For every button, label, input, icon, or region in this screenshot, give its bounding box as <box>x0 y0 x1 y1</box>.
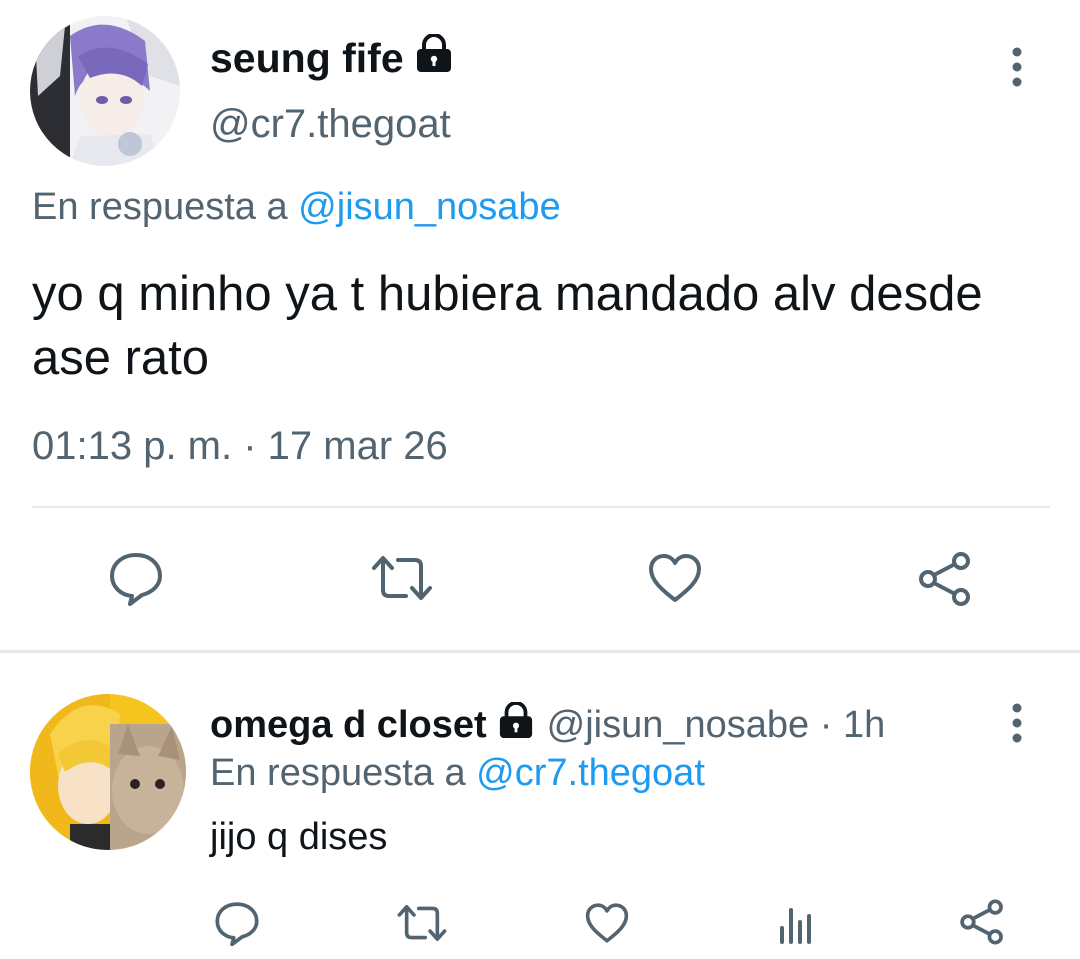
handle[interactable]: @cr7.thegoat <box>210 102 451 147</box>
avatar[interactable] <box>30 694 186 850</box>
tweet-text: jijo q dises <box>210 816 388 858</box>
reply-header: omega d closet @jisun_nosabe · 1h <box>210 701 886 748</box>
reply-context: En respuesta a @jisun_nosabe <box>32 186 561 229</box>
more-options-icon[interactable] <box>1000 702 1034 746</box>
avatar-image <box>30 16 180 166</box>
like-icon[interactable] <box>584 902 630 944</box>
divider <box>32 506 1050 508</box>
display-name[interactable]: omega d closet <box>210 704 487 747</box>
reply-prefix: En respuesta a <box>32 186 288 228</box>
reply-context: En respuesta a @cr7.thegoat <box>210 752 705 795</box>
display-name[interactable]: seung fife <box>210 33 454 82</box>
reply-prefix: En respuesta a <box>210 752 466 794</box>
lock-icon <box>414 33 454 82</box>
reply-icon[interactable] <box>214 900 260 946</box>
reply-to-mention[interactable]: @jisun_nosabe <box>298 186 561 228</box>
more-options-icon[interactable] <box>1000 46 1034 90</box>
reply-icon[interactable] <box>108 550 164 606</box>
retweet-icon[interactable] <box>370 552 434 604</box>
share-icon[interactable] <box>916 550 974 608</box>
retweet-icon[interactable] <box>396 902 448 944</box>
timestamp: 01:13 p. m. · 17 mar 26 <box>32 424 448 468</box>
avatar-image <box>30 694 186 850</box>
tweet-separator <box>0 650 1080 653</box>
avatar[interactable] <box>30 16 180 166</box>
lock-icon <box>497 701 535 748</box>
reply-to-mention[interactable]: @cr7.thegoat <box>476 752 705 794</box>
like-icon[interactable] <box>647 552 703 604</box>
display-name-text: seung fife <box>210 34 404 81</box>
tweet-text: yo q minho ya t hubiera mandado alv desd… <box>32 267 983 385</box>
analytics-icon[interactable] <box>776 904 816 944</box>
share-icon[interactable] <box>958 898 1006 946</box>
handle-and-time[interactable]: @jisun_nosabe · 1h <box>547 704 886 747</box>
